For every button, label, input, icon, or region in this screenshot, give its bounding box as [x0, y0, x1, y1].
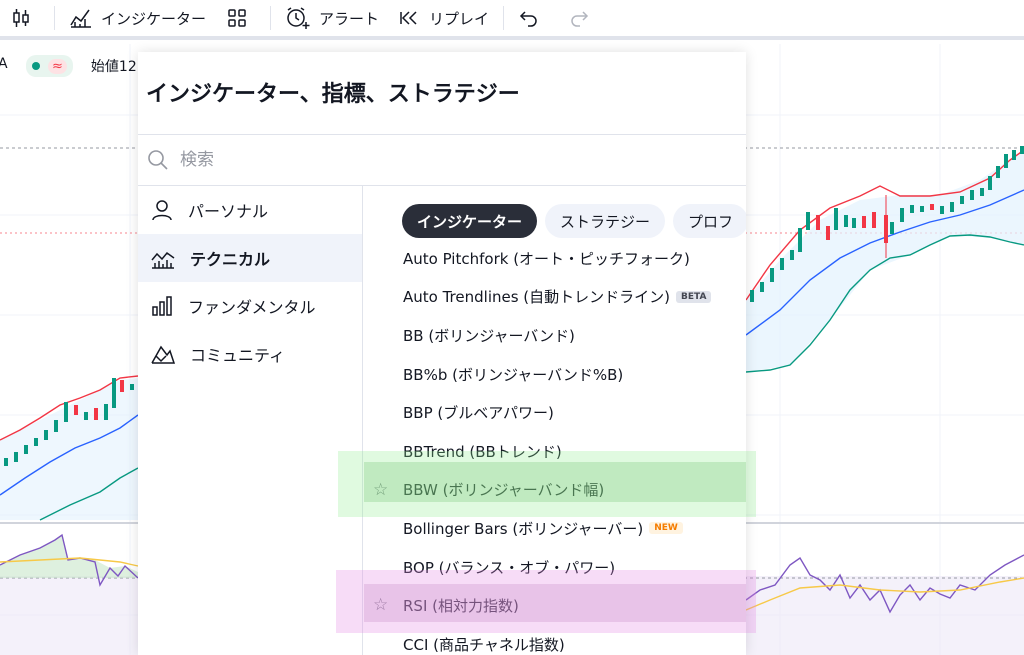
redo-icon: [571, 11, 589, 27]
alert-label: アラート: [319, 9, 380, 28]
toolbar-divider: [54, 6, 55, 30]
list-item[interactable]: BB%b (ボリンジャーバンド%B): [363, 355, 746, 394]
new-badge: NEW: [649, 522, 683, 535]
list-item[interactable]: BB (ボリンジャーバンド): [363, 316, 746, 355]
sidebar-item-technical[interactable]: テクニカル: [138, 234, 362, 282]
toolbar-divider: [503, 6, 505, 30]
open-price-label: 始値12: [90, 59, 137, 75]
sidebar-item-label: ファンダメンタル: [188, 298, 316, 317]
replay-label: リプレイ: [429, 9, 490, 28]
undo-button[interactable]: [508, 0, 558, 36]
highlight-overlay-green-inner: [364, 462, 746, 502]
chart-type-button[interactable]: [0, 0, 50, 36]
alarm-clock-plus-icon: [287, 7, 310, 29]
sidebar-item-community[interactable]: コミュニティ: [138, 330, 362, 378]
search-input[interactable]: [180, 150, 580, 170]
chart-wave-icon: [151, 251, 175, 269]
list-item[interactable]: Auto Pitchfork (オート・ピッチフォーク): [363, 239, 746, 278]
bar-chart-icon: [152, 296, 172, 316]
item-label: BB (ボリンジャーバンド): [403, 326, 575, 345]
community-icon: [151, 345, 176, 364]
undo-icon: [519, 11, 537, 27]
sidebar-item-label: パーソナル: [188, 202, 269, 221]
sidebar-item-personal[interactable]: パーソナル: [138, 186, 362, 234]
toolbar-divider: [270, 6, 272, 30]
tab-profiles[interactable]: プロフ: [673, 204, 746, 238]
tab-strategies[interactable]: ストラテジー: [545, 204, 666, 238]
replay-button[interactable]: リプレイ: [389, 0, 499, 36]
search-bar: [138, 134, 746, 186]
layouts-button[interactable]: [216, 0, 266, 36]
item-label: Auto Trendlines (自動トレンドライン): [403, 288, 671, 307]
indicators-icon: [70, 9, 91, 28]
sidebar-item-fundamental[interactable]: ファンダメンタル: [138, 282, 362, 330]
sidebar-item-label: テクニカル: [190, 250, 271, 269]
chart-legend: A ≈ 始値12: [0, 52, 137, 80]
category-sidebar: パーソナル テクニカル ファンダメンタル コミュニティ: [138, 186, 363, 655]
wave-icon: ≈: [48, 58, 67, 74]
top-toolbar: インジケーター アラート リプレイ: [0, 0, 1024, 40]
highlight-overlay-pink-inner: [364, 584, 746, 622]
legend-status-pill[interactable]: ≈: [26, 55, 73, 77]
alert-button[interactable]: アラート: [275, 0, 389, 36]
item-label: Auto Pitchfork (オート・ピッチフォーク): [403, 249, 690, 268]
dialog-title: インジケーター、指標、ストラテジー: [146, 82, 520, 107]
legend-prefix: A: [0, 56, 8, 72]
market-status-dot: [32, 62, 40, 70]
item-label: Bollinger Bars (ボリンジャーバー): [403, 519, 644, 538]
user-icon: [152, 200, 172, 221]
list-item[interactable]: Auto Trendlines (自動トレンドライン) BETA: [363, 278, 746, 317]
search-icon: [148, 150, 168, 170]
sidebar-item-label: コミュニティ: [190, 346, 286, 365]
item-label: BBP (ブルベアパワー): [403, 404, 554, 423]
item-label: CCI (商品チャネル指数): [403, 635, 565, 654]
type-tabs: インジケーター ストラテジー プロフ: [402, 204, 746, 238]
item-label: BB%b (ボリンジャーバンド%B): [403, 365, 624, 384]
indicators-dialog: インジケーター、指標、ストラテジー パーソナル テクニカル ファンダメンタル コ…: [138, 52, 746, 655]
redo-button[interactable]: [558, 0, 608, 36]
grid-icon: [228, 9, 246, 27]
beta-badge: BETA: [676, 290, 712, 303]
replay-icon: [400, 11, 417, 25]
candlestick-icon: [13, 9, 29, 27]
tab-indicators[interactable]: インジケーター: [402, 204, 538, 238]
indicators-label: インジケーター: [101, 9, 207, 28]
list-item[interactable]: BBP (ブルベアパワー): [363, 393, 746, 432]
indicators-button[interactable]: インジケーター: [59, 0, 216, 36]
